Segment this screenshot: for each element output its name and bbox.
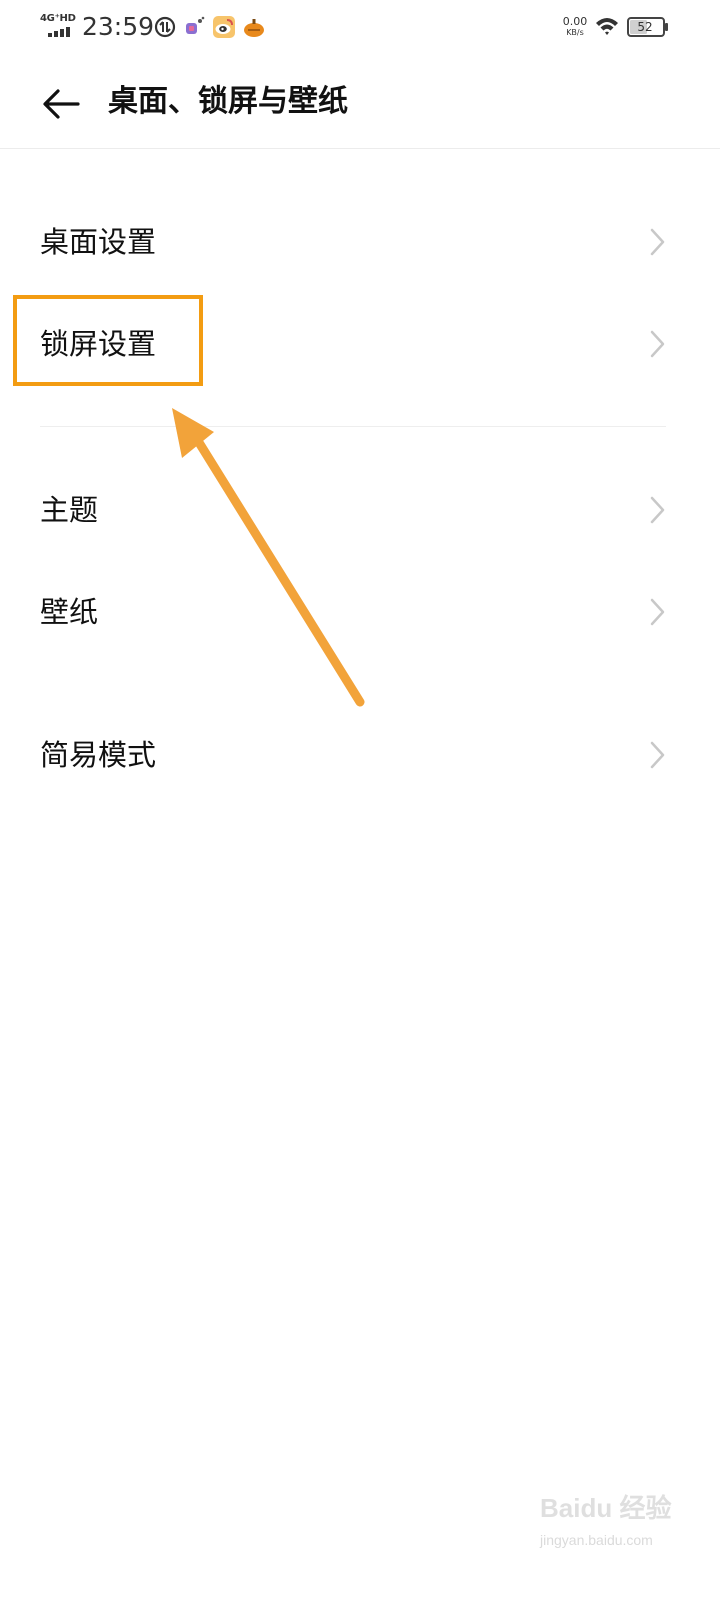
pumpkin-app-icon xyxy=(244,19,264,37)
clock: 23:59 xyxy=(82,12,155,41)
arrow-left-icon xyxy=(43,89,80,119)
network-speed-unit: KB/s xyxy=(566,28,584,37)
battery-level: 52 xyxy=(637,20,653,34)
page-title: 桌面、锁屏与壁纸 xyxy=(108,84,348,119)
chevron-right-icon xyxy=(650,741,665,769)
network-type-label: 4G⁺HD xyxy=(40,13,76,24)
status-bar: 4G⁺HD 23:59 0.00 KB/s 52 xyxy=(0,0,720,56)
watermark-logo: Baidu 经验 xyxy=(540,1493,672,1523)
app-notification-icon xyxy=(186,16,205,34)
theme-label: 主题 xyxy=(40,493,99,527)
chevron-right-icon xyxy=(650,598,665,626)
battery-indicator: 52 xyxy=(627,17,669,37)
signal-bars-icon xyxy=(48,27,70,37)
watermark-url: jingyan.baidu.com xyxy=(540,1532,653,1548)
back-button[interactable] xyxy=(36,78,88,130)
desktop-settings-label: 桌面设置 xyxy=(40,225,157,259)
chevron-right-icon xyxy=(650,228,665,256)
data-saver-icon xyxy=(154,16,176,38)
pointer-arrow-icon xyxy=(172,408,365,707)
network-speed: 0.00 KB/s xyxy=(557,15,593,38)
cellular-signal-icon: 4G⁺HD xyxy=(40,13,78,39)
wifi-icon xyxy=(596,18,618,35)
app-header: 桌面、锁屏与壁纸 xyxy=(0,56,720,149)
chevron-right-icon xyxy=(650,496,665,524)
simple-mode-label: 简易模式 xyxy=(40,738,157,772)
baidu-jingyan-watermark: Baidu 经验 jingyan.baidu.com xyxy=(540,1488,672,1556)
network-speed-value: 0.00 xyxy=(562,15,588,28)
highlight-box xyxy=(13,295,203,386)
desktop-settings-item[interactable]: 桌面设置 xyxy=(0,194,720,290)
chevron-right-icon xyxy=(650,330,665,358)
wallpaper-label: 壁纸 xyxy=(40,595,99,629)
simple-mode-item[interactable]: 简易模式 xyxy=(0,707,720,803)
weibo-icon xyxy=(213,16,235,38)
